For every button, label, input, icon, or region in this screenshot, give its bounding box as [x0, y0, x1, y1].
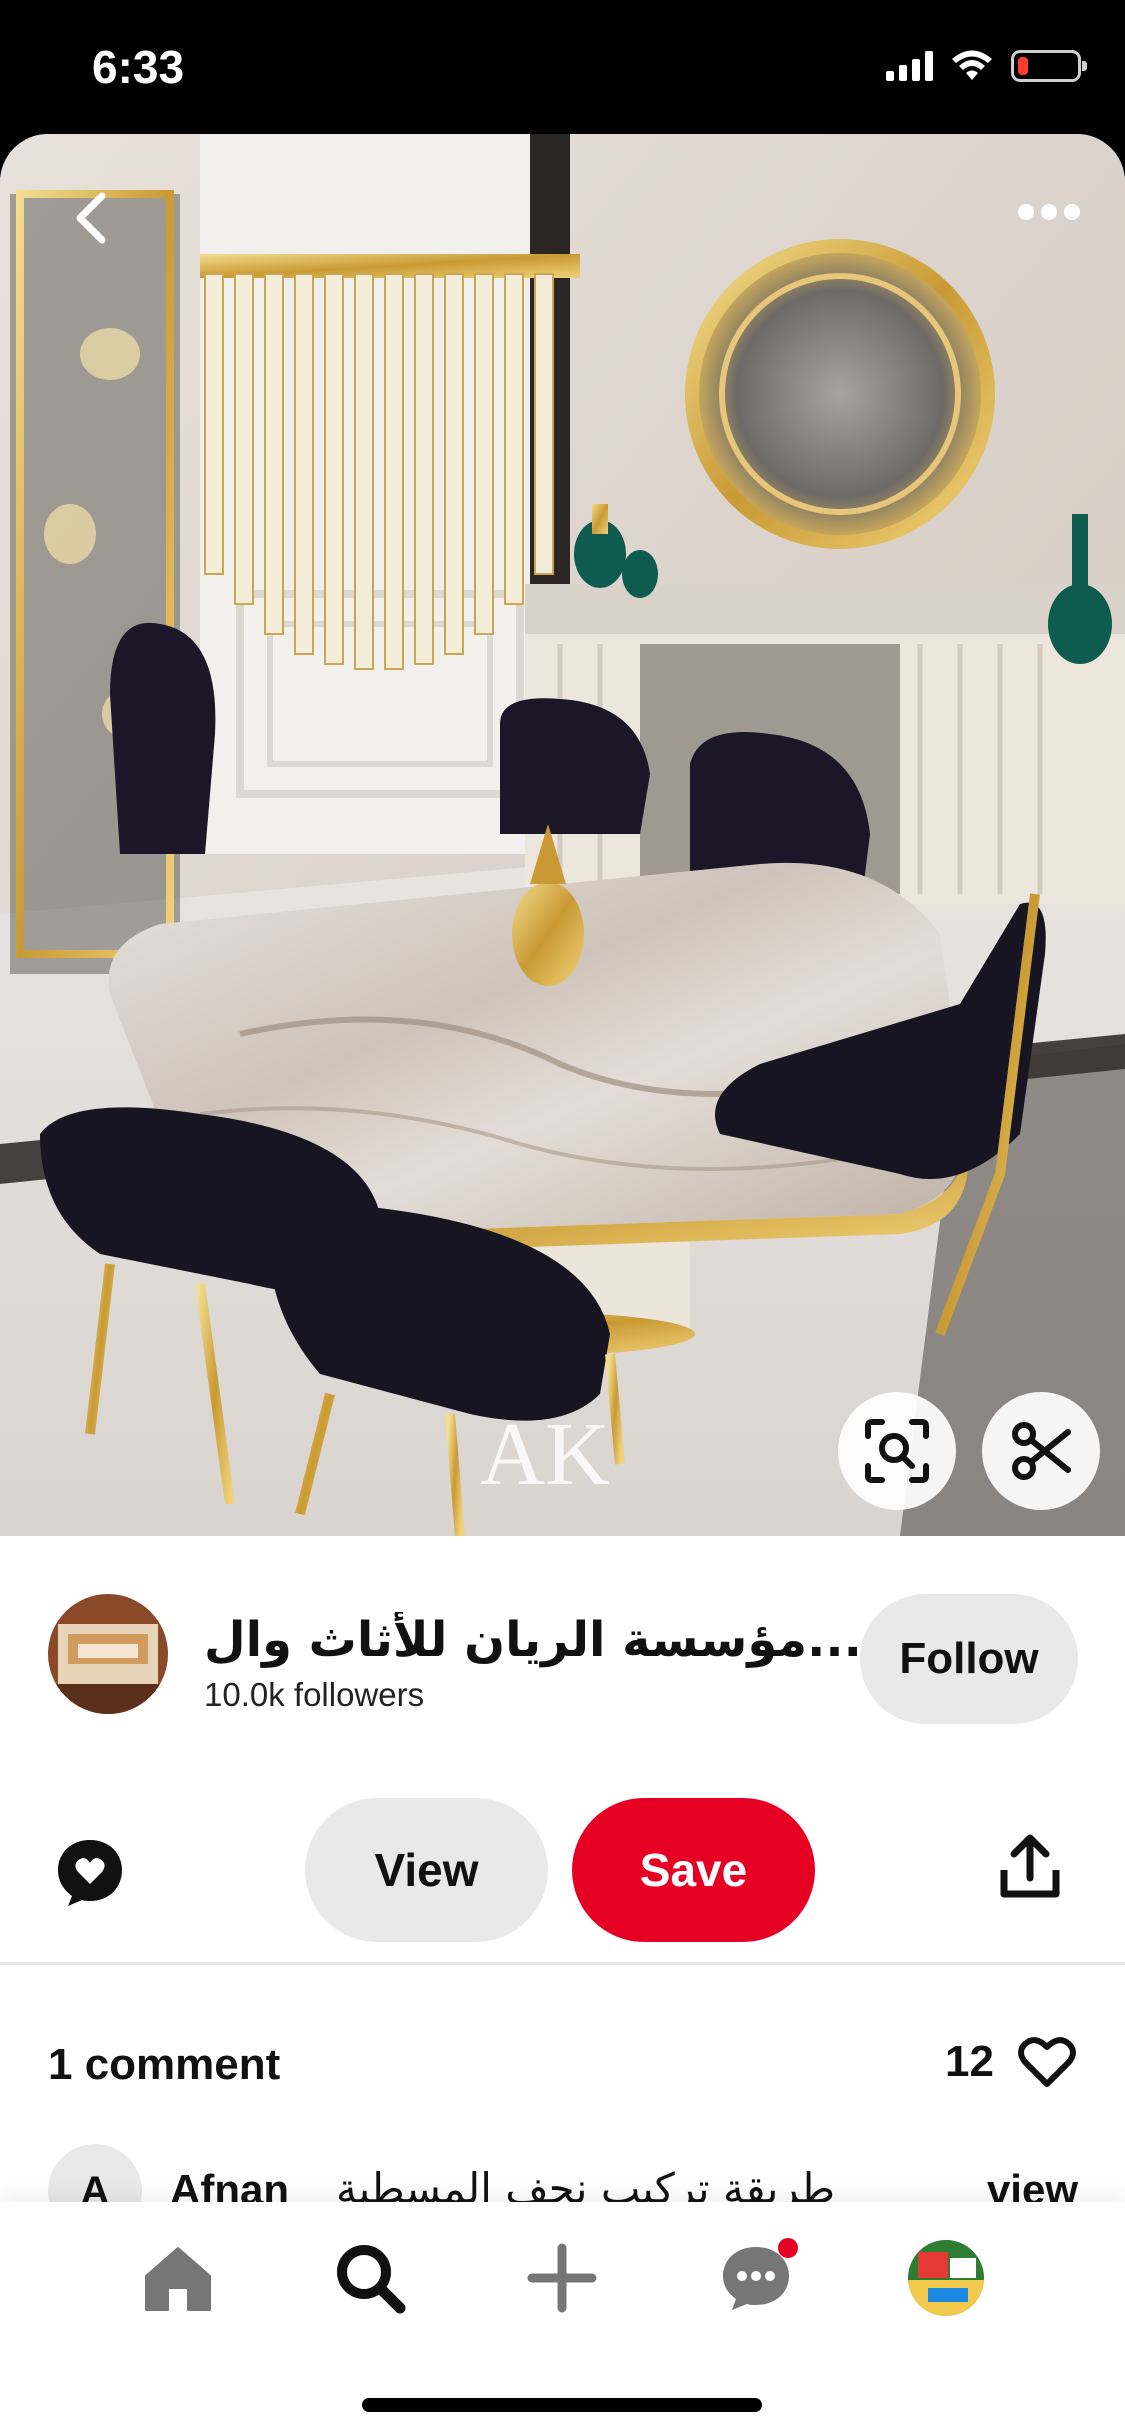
- status-time: 6:33: [92, 41, 185, 93]
- status-bar: 6:33: [0, 0, 1125, 134]
- notification-dot: [778, 2238, 798, 2258]
- creator-avatar-image: [48, 1594, 168, 1714]
- status-icons: [886, 50, 1087, 82]
- follow-button[interactable]: Follow: [860, 1594, 1078, 1724]
- back-button[interactable]: [58, 186, 122, 250]
- search-icon: [337, 2245, 406, 2314]
- share-icon: [1000, 1834, 1060, 1898]
- cutout-button[interactable]: [982, 1392, 1100, 1510]
- profile-avatar: [908, 2240, 984, 2316]
- scissors-icon: [1012, 1422, 1071, 1480]
- home-icon: [145, 2247, 211, 2311]
- heart-icon[interactable]: [1016, 2034, 1078, 2090]
- share-button[interactable]: [1000, 1834, 1070, 1910]
- chat-heart-icon: [58, 1840, 122, 1906]
- nav-profile[interactable]: [898, 2230, 994, 2326]
- visual-search-button[interactable]: [838, 1392, 956, 1510]
- visual-search-icon: [865, 1419, 929, 1483]
- comments-header: 1 comment 12: [48, 2034, 1078, 2094]
- nav-create[interactable]: [514, 2230, 610, 2326]
- wifi-icon: [952, 50, 992, 80]
- view-button[interactable]: View: [305, 1798, 548, 1942]
- creator-row: مؤسسة الريان للأثاث وال... 10.0k followe…: [48, 1594, 1078, 1724]
- watermark: AK: [480, 1405, 610, 1504]
- battery-level: [1018, 57, 1028, 75]
- dining-room-image: AK: [0, 134, 1125, 1536]
- more-horizontal-icon: [1018, 204, 1080, 220]
- pin-detail-sheet: AK مؤسسة الريان للأثاث وال... 10.0k foll…: [0, 134, 1125, 2436]
- nav-messages[interactable]: [708, 2230, 804, 2326]
- chevron-left-icon: [76, 192, 106, 244]
- likes: 12: [945, 2034, 1078, 2090]
- save-button[interactable]: Save: [572, 1798, 815, 1942]
- comments-count[interactable]: 1 comment: [48, 2040, 280, 2090]
- creator-followers: 10.0k followers: [204, 1676, 425, 1713]
- battery-icon: [1011, 50, 1087, 82]
- create-plus-icon: [527, 2243, 597, 2313]
- action-row: View Save: [0, 1794, 1125, 1944]
- divider: [0, 1962, 1125, 1965]
- more-options-button[interactable]: [1011, 192, 1087, 232]
- creator-name[interactable]: مؤسسة الريان للأثاث وال...: [204, 1612, 904, 1668]
- signal-icon: [886, 51, 933, 81]
- home-indicator[interactable]: [362, 2398, 762, 2412]
- likes-count: 12: [945, 2037, 994, 2086]
- nav-search[interactable]: [322, 2230, 418, 2326]
- creator-avatar[interactable]: [48, 1594, 168, 1714]
- comment-button[interactable]: [54, 1836, 126, 1908]
- nav-home[interactable]: [130, 2230, 226, 2326]
- pin-image[interactable]: AK: [0, 134, 1125, 1536]
